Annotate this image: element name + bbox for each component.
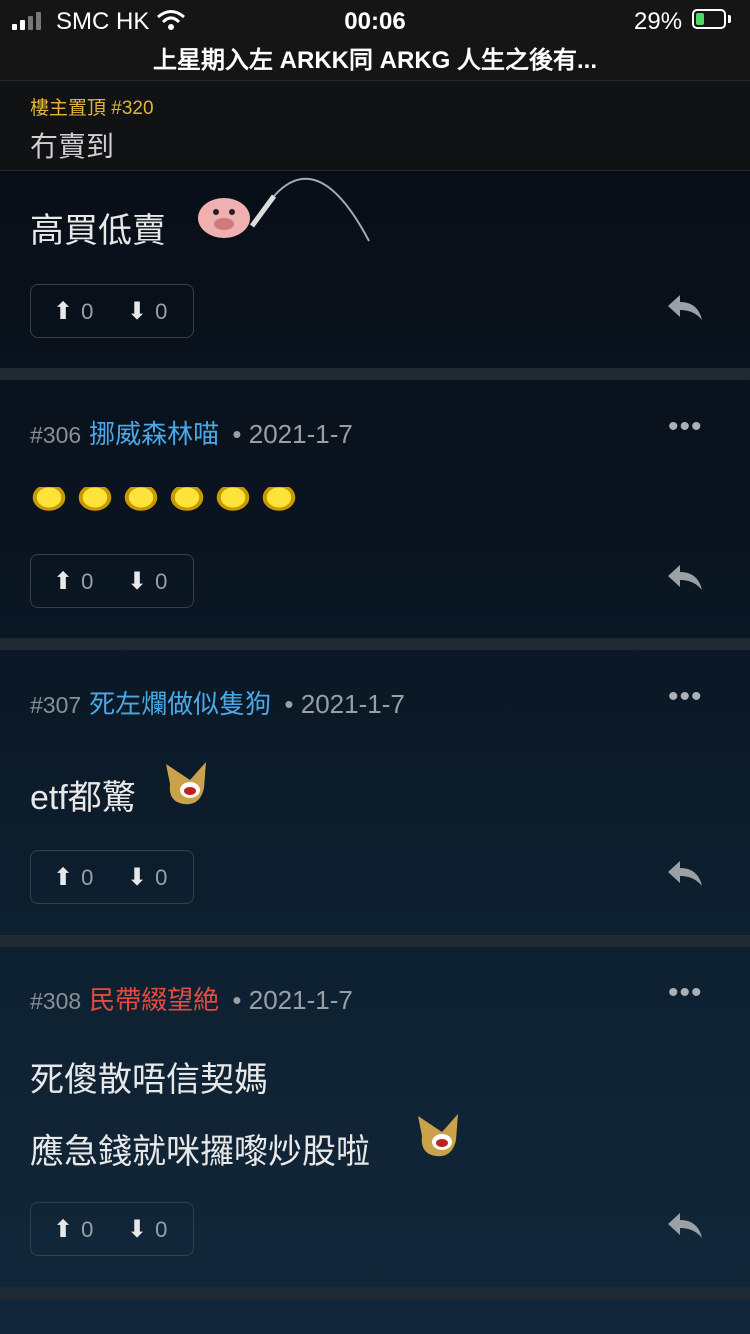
downvote-button[interactable]: ⬇ 0 <box>127 1215 167 1244</box>
upvote-button[interactable]: ⬆ 0 <box>53 1215 93 1244</box>
thread-title[interactable]: 上星期入左 ARKK同 ARKG 人生之後有... <box>0 42 750 81</box>
post-divider <box>0 368 750 380</box>
duck-emoji <box>260 487 298 513</box>
battery-icon <box>692 9 726 29</box>
vote-box: ⬆ 0 ⬇ 0 <box>30 850 194 904</box>
post-body-line: 死傻散唔信契媽 <box>30 1061 268 1099</box>
vote-box: ⬆ 0 ⬇ 0 <box>30 284 194 338</box>
post-number: #306 <box>30 422 82 448</box>
shocked-emoji <box>418 1114 458 1157</box>
shocked-emoji <box>166 762 206 805</box>
arrow-up-icon: ⬆ <box>53 1216 74 1243</box>
pinned-text: 冇賣到 <box>30 131 115 162</box>
arrow-down-icon: ⬇ <box>127 864 148 891</box>
arrow-down-icon: ⬇ <box>127 298 148 325</box>
arrow-up-icon: ⬆ <box>53 298 74 325</box>
duck-emoji <box>30 487 68 513</box>
pig-knife-emoji <box>198 177 370 242</box>
username[interactable]: 挪威森林喵 <box>89 419 219 449</box>
post-date: • 2021-1-7 <box>232 985 353 1015</box>
post-body-line: etf都驚 <box>30 779 136 817</box>
reply-icon[interactable] <box>664 562 706 594</box>
post-date: • 2021-1-7 <box>284 689 405 719</box>
post-number: #308 <box>30 988 82 1014</box>
post-meta: #307 死左爛做似隻狗 • 2021-1-7 <box>30 684 405 721</box>
more-options-icon[interactable]: ••• <box>668 976 703 1010</box>
post-divider <box>0 1287 750 1299</box>
more-options-icon[interactable]: ••• <box>668 680 703 714</box>
post-divider <box>0 935 750 947</box>
post-meta: #306 挪威森林喵 • 2021-1-7 <box>30 414 353 451</box>
reply-icon[interactable] <box>664 1210 706 1242</box>
duck-emoji <box>122 487 160 513</box>
reply-icon[interactable] <box>664 858 706 890</box>
vote-box: ⬆ 0 ⬇ 0 <box>30 1202 194 1256</box>
post-divider <box>0 638 750 650</box>
downvote-button[interactable]: ⬇ 0 <box>127 297 167 326</box>
vote-box: ⬆ 0 ⬇ 0 <box>30 554 194 608</box>
reply-icon[interactable] <box>664 292 706 324</box>
battery-percent: 29% <box>634 8 683 35</box>
post-body-line: 高買低賣 <box>30 212 166 250</box>
duck-emoji-row <box>30 487 306 518</box>
pinned-label: 樓主置頂 #320 <box>30 98 154 119</box>
upvote-button[interactable]: ⬆ 0 <box>53 863 93 892</box>
arrow-down-icon: ⬇ <box>127 568 148 595</box>
username[interactable]: 死左爛做似隻狗 <box>89 689 271 719</box>
arrow-up-icon: ⬆ <box>53 568 74 595</box>
more-options-icon[interactable]: ••• <box>668 410 703 444</box>
downvote-button[interactable]: ⬇ 0 <box>127 863 167 892</box>
downvote-button[interactable]: ⬇ 0 <box>127 567 167 596</box>
post-body-line: 應急錢就咪攞嚟炒股啦 <box>30 1133 370 1171</box>
duck-emoji <box>76 487 114 513</box>
pinned-post[interactable]: 樓主置頂 #320 冇賣到 <box>0 81 750 171</box>
arrow-down-icon: ⬇ <box>127 1216 148 1243</box>
upvote-button[interactable]: ⬆ 0 <box>53 567 93 596</box>
post-number: #307 <box>30 692 82 718</box>
username[interactable]: 民帶綴望絶 <box>89 985 219 1015</box>
duck-emoji <box>168 487 206 513</box>
post-date: • 2021-1-7 <box>232 419 353 449</box>
duck-emoji <box>214 487 252 513</box>
upvote-button[interactable]: ⬆ 0 <box>53 297 93 326</box>
post-meta: #308 民帶綴望絶 • 2021-1-7 <box>30 980 353 1017</box>
status-bar: SMC HK 00:06 29% <box>0 0 750 42</box>
arrow-up-icon: ⬆ <box>53 864 74 891</box>
